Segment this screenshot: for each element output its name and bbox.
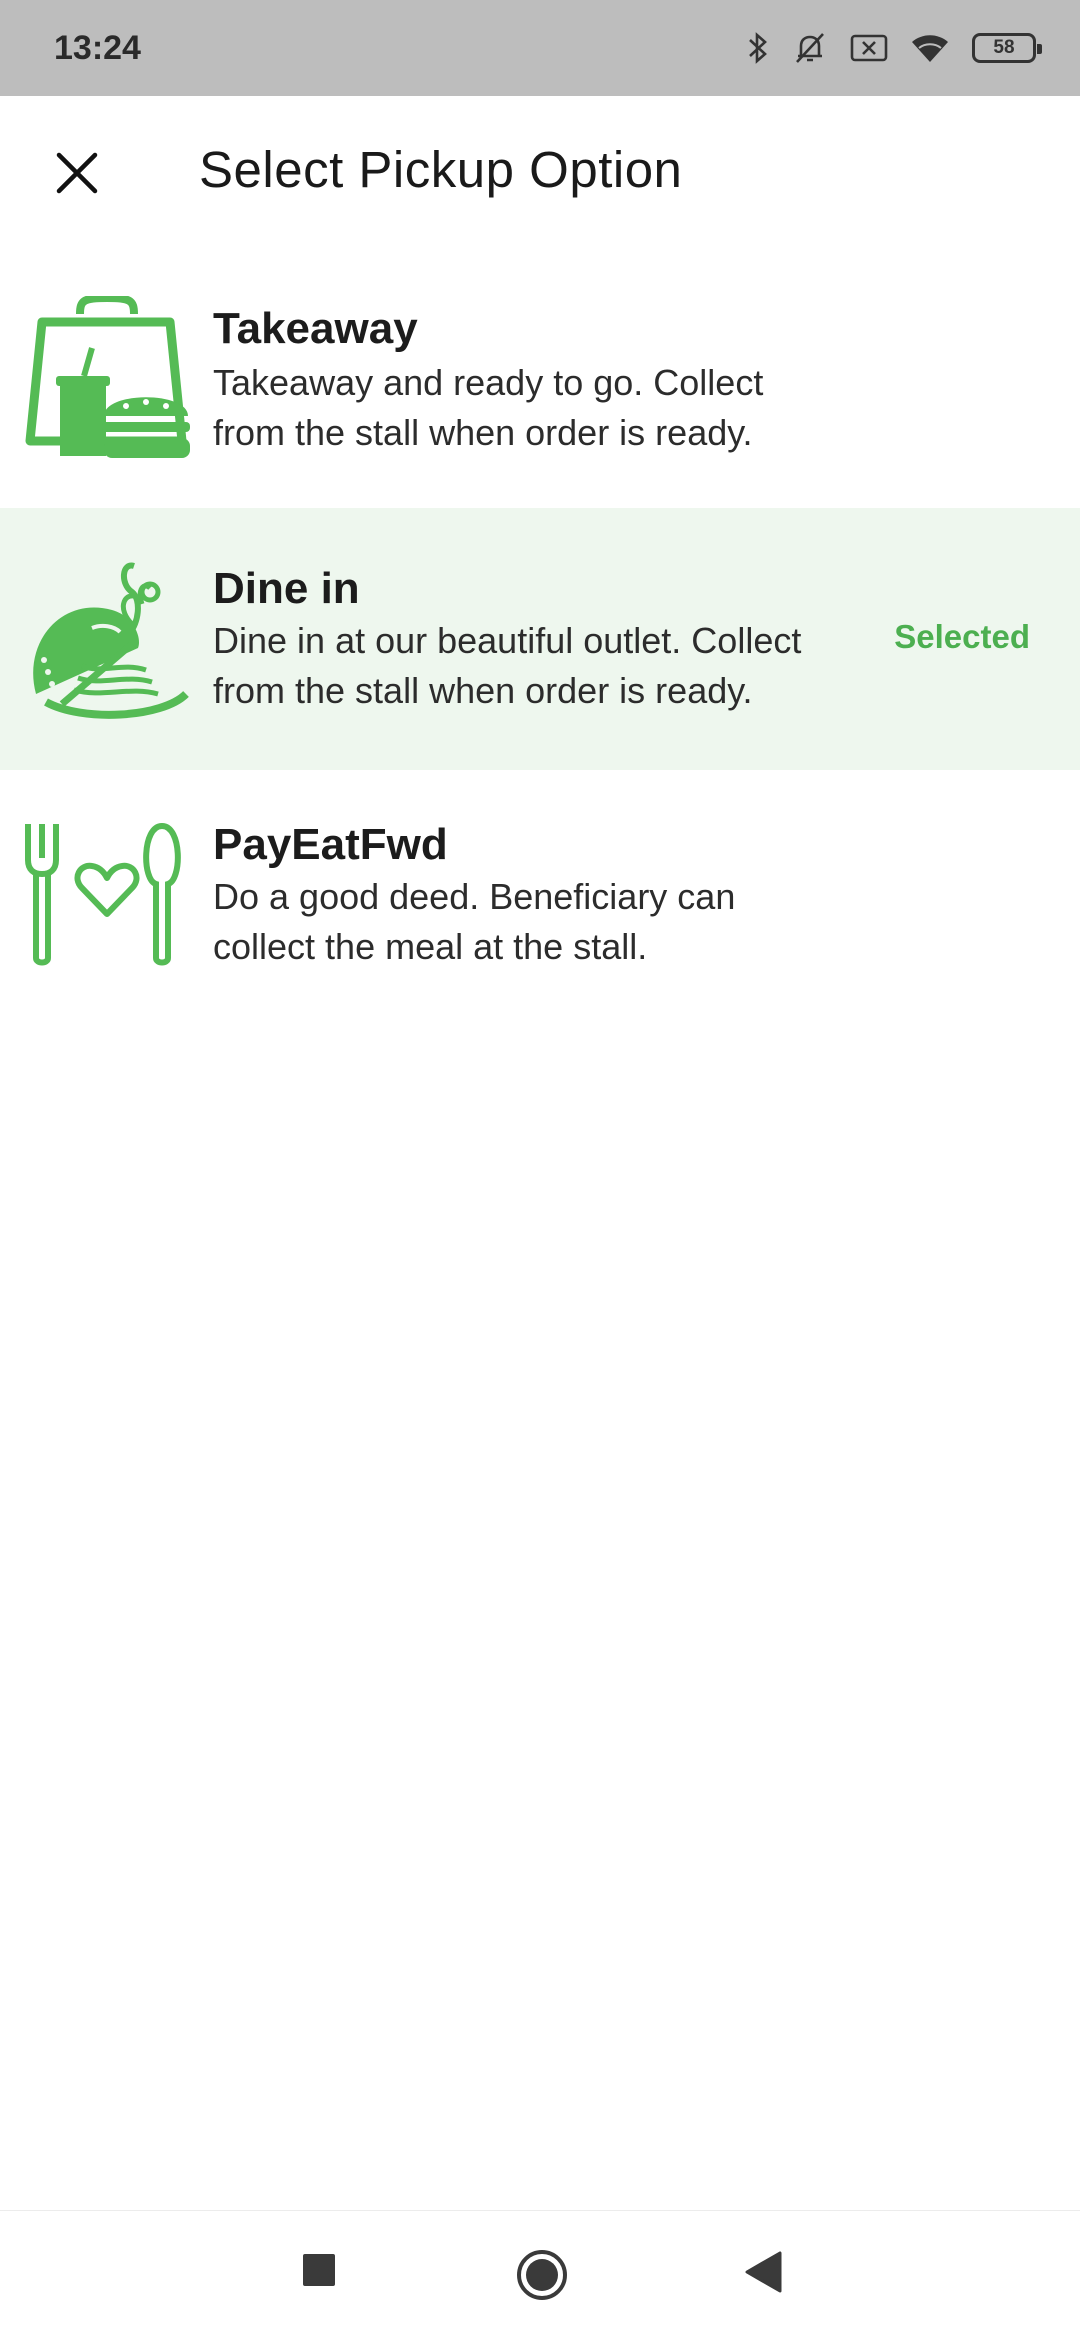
option-description-line: from the stall when order is ready.	[213, 412, 753, 453]
sim-off-icon	[850, 33, 888, 63]
status-icons: 58	[746, 30, 1042, 66]
wifi-icon	[910, 32, 950, 64]
status-bar: 13:24 58	[0, 0, 1080, 96]
battery-level: 58	[993, 37, 1015, 58]
back-button[interactable]	[744, 2251, 784, 2298]
option-description-line: Dine in at our beautiful outlet. Collect	[213, 620, 802, 661]
option-takeaway[interactable]: Takeaway Takeaway and ready to go. Colle…	[0, 248, 1080, 508]
header: Select Pickup Option	[0, 96, 1080, 248]
battery-icon: 58	[972, 33, 1042, 63]
bluetooth-icon	[746, 30, 770, 66]
option-description-line: collect the meal at the stall.	[213, 926, 648, 967]
option-description: Do a good deed. Beneficiary can collect …	[213, 872, 873, 972]
option-dine-in[interactable]: Dine in Dine in at our beautiful outlet.…	[0, 508, 1080, 770]
home-button[interactable]	[516, 2249, 568, 2306]
option-title: Takeaway	[213, 304, 418, 353]
takeaway-bag-icon	[22, 293, 192, 467]
back-triangle-icon	[745, 2251, 782, 2293]
close-button[interactable]	[44, 140, 110, 206]
bell-off-icon	[792, 30, 828, 66]
cloche-dish-icon	[22, 554, 192, 731]
option-description-line: Takeaway and ready to go. Collect	[213, 362, 764, 403]
option-payeatfwd[interactable]: PayEatFwd Do a good deed. Beneficiary ca…	[0, 770, 1080, 1010]
status-time: 13:24	[54, 28, 141, 67]
option-description-line: from the stall when order is ready.	[213, 670, 753, 711]
home-circle-icon	[517, 2250, 567, 2300]
selected-badge: Selected	[894, 618, 1030, 655]
option-description: Dine in at our beautiful outlet. Collect…	[213, 616, 873, 716]
fork-heart-spoon-icon	[22, 822, 192, 971]
recents-square-icon	[303, 2254, 335, 2286]
option-title: PayEatFwd	[213, 820, 448, 869]
option-title: Dine in	[213, 564, 360, 613]
option-description: Takeaway and ready to go. Collect from t…	[213, 358, 873, 458]
close-icon	[56, 152, 98, 194]
recents-button[interactable]	[302, 2253, 336, 2292]
system-nav-bar	[0, 2210, 1080, 2340]
option-description-line: Do a good deed. Beneficiary can	[213, 876, 736, 917]
page-title: Select Pickup Option	[199, 141, 683, 198]
